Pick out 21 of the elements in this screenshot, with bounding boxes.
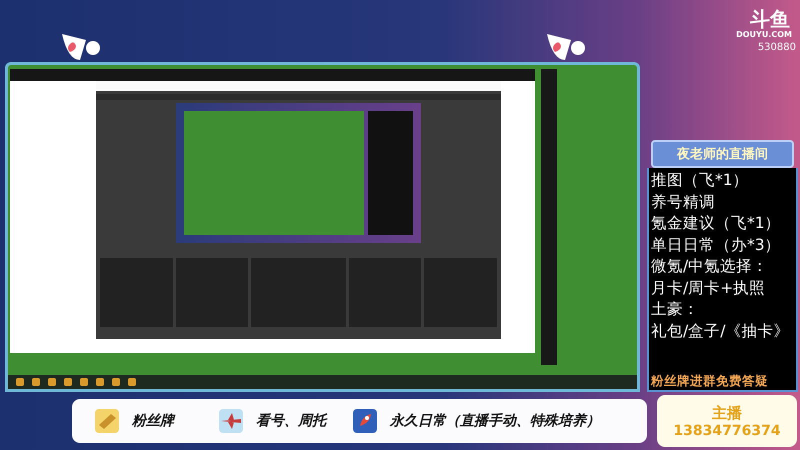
banner-text: 看号、周托 — [256, 412, 326, 430]
room-number: 530880 — [758, 42, 796, 53]
banner-text: 永久日常（直播手动、特殊培养） — [390, 412, 600, 430]
info-line: 养号精调 — [651, 192, 716, 212]
fan-group-note: 粉丝牌进群免费答疑 — [651, 373, 769, 390]
plane-icon — [218, 408, 244, 434]
info-line: 氪金建议（飞*1） — [651, 213, 782, 234]
banner-text: 粉丝牌 — [132, 412, 174, 430]
info-line: 礼包/盒子/《抽卡》 — [651, 320, 790, 342]
ingot-icon — [94, 408, 120, 434]
rocket-icon — [352, 408, 378, 434]
host-phone: 13834776374 — [673, 422, 781, 438]
site-text: DOUYU.COM — [736, 30, 792, 39]
info-line: 土豪： — [651, 299, 700, 320]
logo-text: 斗鱼 — [750, 6, 790, 31]
info-line: 月卡/周卡+执照 — [651, 278, 766, 298]
host-label: 主播 — [712, 404, 742, 422]
info-line: 单日日常（办*3） — [651, 234, 782, 256]
info-line: 微氪/中氪选择： — [651, 256, 770, 277]
panel-title: 夜老师的直播间 — [651, 140, 794, 168]
info-line: 推图（飞*1） — [651, 170, 750, 191]
